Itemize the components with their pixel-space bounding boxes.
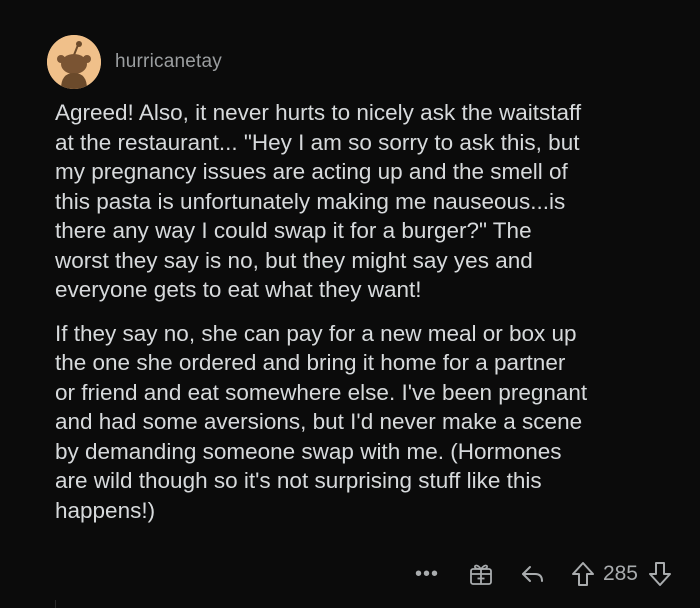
award-icon	[470, 564, 492, 585]
comment-card: hurricanetay Agreed! Also, it never hurt…	[0, 0, 700, 608]
vote-score: 285	[602, 562, 638, 585]
reply-button[interactable]	[517, 558, 549, 590]
avatar[interactable]	[47, 35, 101, 89]
downvote-icon	[649, 562, 671, 586]
downvote-button[interactable]	[644, 558, 676, 590]
comment-header: hurricanetay	[47, 34, 222, 90]
more-icon: •••	[414, 562, 439, 585]
comment-body: Agreed! Also, it never hurts to nicely a…	[55, 98, 685, 525]
upvote-button[interactable]	[567, 558, 599, 590]
thread-line	[55, 600, 56, 608]
upvote-icon	[571, 562, 594, 586]
comment-paragraph: Agreed! Also, it never hurts to nicely a…	[55, 100, 582, 302]
reply-icon	[521, 566, 543, 582]
username[interactable]: hurricanetay	[115, 51, 222, 73]
snoo-avatar-icon	[47, 35, 101, 89]
award-button[interactable]	[465, 558, 497, 590]
more-button[interactable]: •••	[411, 558, 443, 590]
comment-actions: ••• 285	[411, 558, 676, 590]
comment-paragraph: If they say no, she can pay for a new me…	[55, 320, 588, 523]
